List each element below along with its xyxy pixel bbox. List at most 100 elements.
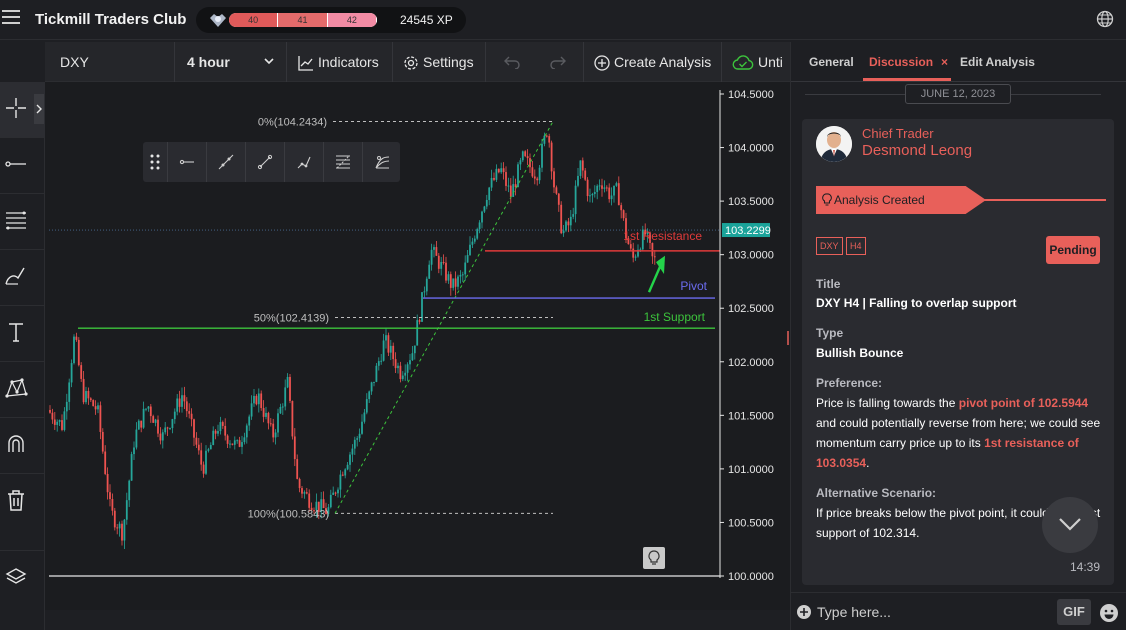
fib-retracement-button[interactable]: [323, 142, 362, 182]
candle-body: [584, 170, 587, 180]
candle-body: [553, 171, 555, 188]
candle-body: [89, 398, 92, 401]
layers-icon: [5, 568, 27, 584]
analysis-created-banner: Analysis Created: [816, 186, 986, 214]
settings-label: Settings: [423, 54, 474, 70]
tab-general[interactable]: General: [809, 55, 854, 69]
candle-body: [305, 492, 308, 494]
fib-fan-button[interactable]: [362, 142, 401, 182]
candle-body: [411, 353, 414, 361]
candle-body: [250, 403, 253, 417]
candle-body: [394, 359, 397, 369]
pivot-label: Pivot: [680, 279, 707, 293]
candle-body: [581, 160, 584, 171]
crosshair-tool[interactable]: [0, 82, 45, 138]
scroll-down-button[interactable]: [1042, 497, 1098, 553]
support-label: 1st Support: [644, 310, 706, 324]
layers-tool[interactable]: [0, 550, 45, 606]
date-separator: JUNE 12, 2023: [905, 84, 1011, 104]
indicators-button[interactable]: Indicators: [287, 42, 393, 82]
candle-body: [473, 238, 476, 242]
candle-body: [224, 425, 227, 436]
undo-icon[interactable]: [504, 55, 520, 69]
redo-icon[interactable]: [550, 55, 566, 69]
emoji-icon[interactable]: [1099, 603, 1119, 623]
candle-body: [495, 168, 498, 180]
gif-button[interactable]: GIF: [1057, 599, 1091, 625]
candle-body: [387, 335, 390, 353]
chart-toolbar: DXY 4 hour Indicators Settings Create An…: [45, 42, 790, 82]
candle-body: [471, 241, 474, 245]
candle-body: [87, 390, 90, 399]
message-input[interactable]: [817, 602, 1047, 622]
candle-body: [262, 408, 265, 417]
tab-edit-analysis[interactable]: Edit Analysis: [960, 55, 1035, 69]
candle-body: [106, 473, 109, 493]
candle-body: [152, 416, 155, 423]
text-tool[interactable]: [0, 306, 45, 362]
candle-body: [200, 450, 203, 465]
delete-drawings-tool[interactable]: [0, 474, 45, 530]
create-analysis-button[interactable]: Create Analysis: [584, 42, 722, 82]
parallel-channel-tool[interactable]: [0, 194, 45, 250]
candle-body: [613, 185, 615, 196]
ray-tool-button[interactable]: [167, 142, 206, 182]
candle-body: [245, 425, 248, 438]
until-button[interactable]: Unti: [722, 42, 790, 82]
candle-body: [166, 427, 169, 429]
candle-body: [123, 519, 126, 541]
hamburger-menu-icon[interactable]: [2, 10, 20, 28]
candle-body: [629, 244, 632, 249]
candle-body: [610, 195, 613, 200]
horizontal-ray-tool[interactable]: [0, 138, 45, 194]
time-axis-strip: [45, 610, 790, 630]
extended-line-button[interactable]: [206, 142, 245, 182]
candle-body: [409, 360, 411, 365]
interval-dropdown[interactable]: 4 hour: [175, 42, 287, 82]
xp-level-40: 40: [229, 13, 279, 27]
tool-expand-handle[interactable]: [34, 94, 44, 124]
path-line-button[interactable]: [284, 142, 323, 182]
trend-line-button[interactable]: [245, 142, 284, 182]
brush-tool[interactable]: [0, 250, 45, 306]
pref-text-1: Price is falling towards the: [816, 396, 959, 410]
candle-body: [358, 433, 361, 439]
plus-icon: [800, 608, 808, 616]
candle-body: [75, 336, 78, 340]
pref-text-3: .: [866, 456, 870, 470]
horizontal-ray-icon: [5, 161, 26, 167]
candle-body: [257, 393, 260, 405]
crosshair-icon: [6, 98, 26, 118]
candle-body: [82, 378, 85, 403]
candle-body: [572, 214, 575, 217]
candle-body: [363, 412, 366, 422]
candle-body: [464, 262, 467, 275]
timeframe-tag: H4: [846, 237, 866, 255]
globe-icon[interactable]: [1096, 10, 1114, 28]
candle-body: [505, 172, 507, 186]
drag-grip-icon[interactable]: [150, 154, 160, 170]
symbol-selector[interactable]: DXY: [45, 42, 175, 82]
line-chart-icon: [298, 56, 313, 71]
close-icon[interactable]: ×: [941, 55, 948, 69]
xp-level-41: 41: [278, 13, 328, 27]
resistance-label: 1st Resistance: [623, 229, 702, 243]
magnet-tool[interactable]: [0, 418, 45, 474]
analysis-type: Bullish Bounce: [816, 346, 904, 360]
price-label: 100.0000: [728, 571, 774, 583]
candle-body: [339, 474, 342, 490]
candle-body: [538, 167, 541, 181]
extended-line-icon: [218, 154, 234, 170]
add-attachment-icon[interactable]: [797, 605, 811, 619]
pattern-tool[interactable]: [0, 362, 45, 418]
price-label: 102.0000: [728, 357, 774, 369]
candle-body: [541, 143, 543, 168]
candle-body: [289, 376, 291, 401]
candle-body: [365, 399, 368, 413]
candle-body: [634, 256, 637, 258]
tab-discussion[interactable]: Discussion ×: [869, 55, 948, 69]
idea-button[interactable]: [643, 547, 665, 569]
candle-body: [615, 183, 618, 186]
candle-body: [202, 464, 205, 474]
settings-button[interactable]: Settings: [393, 42, 486, 82]
